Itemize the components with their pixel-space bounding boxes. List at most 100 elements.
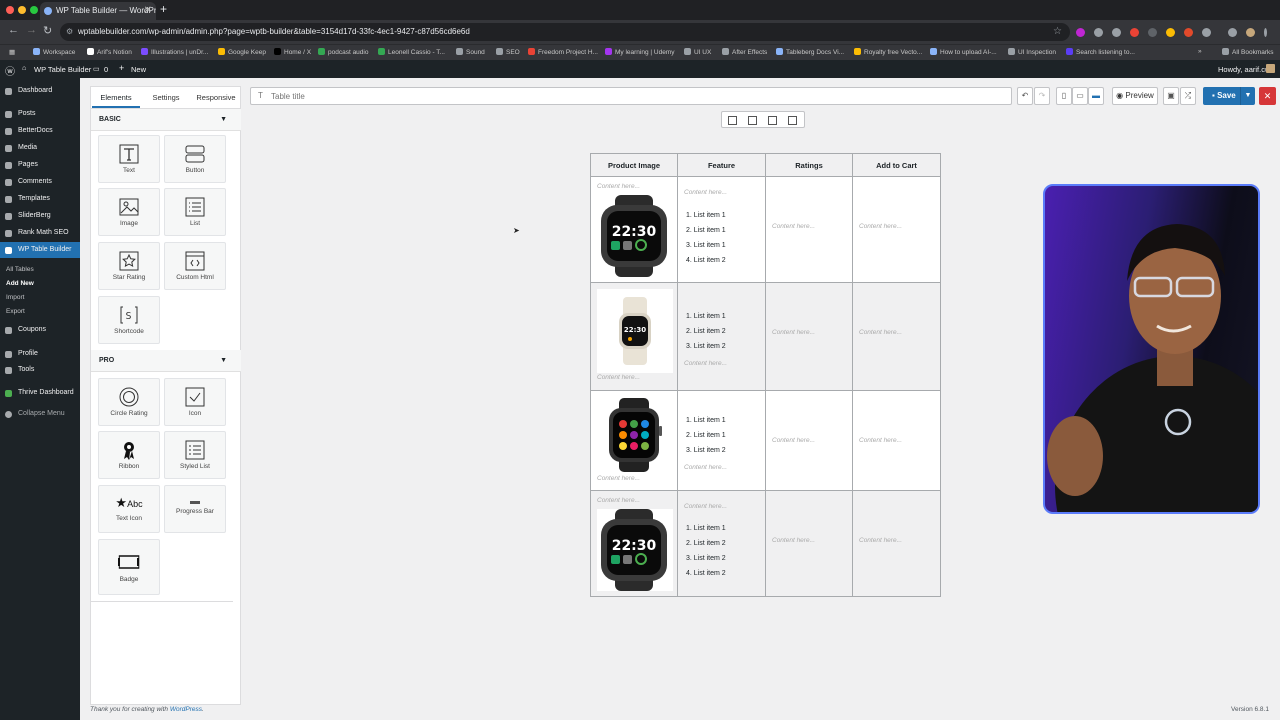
header-add-to-cart[interactable]: Add to Cart <box>852 153 941 177</box>
element-styled-list[interactable]: Styled List <box>164 431 226 479</box>
all-bookmarks-folder[interactable]: All Bookmarks <box>1222 48 1274 56</box>
table-title-field[interactable]: T <box>250 87 1012 105</box>
submenu-import[interactable]: Import <box>0 294 80 301</box>
element-text-icon[interactable]: ★Abc Text Icon <box>98 485 160 533</box>
element-custom-html[interactable]: Custom Html <box>164 242 226 290</box>
insert-column-left-icon[interactable] <box>748 116 757 125</box>
tab-settings[interactable]: Settings <box>141 87 191 108</box>
element-image[interactable]: Image <box>98 188 160 236</box>
insert-column-icon[interactable] <box>728 116 737 125</box>
sidebar-item-thrive-dashboard[interactable]: Thrive Dashboard <box>0 385 80 401</box>
bookmark-item[interactable]: Search listening to... <box>1066 48 1135 56</box>
bookmark-item[interactable]: Leonell Cassio - T... <box>378 48 445 56</box>
add-to-cart-cell[interactable]: Content here... <box>852 390 941 491</box>
embed-button[interactable]: ▣ <box>1163 87 1179 105</box>
shuffle-button[interactable]: ⤮ <box>1180 87 1196 105</box>
ratings-cell[interactable]: Content here... <box>765 390 853 491</box>
sidebar-item-media[interactable]: Media <box>0 140 80 156</box>
wordpress-link[interactable]: WordPress <box>170 706 202 713</box>
element-badge[interactable]: Badge <box>98 539 160 595</box>
tab-responsive[interactable]: Responsive <box>192 87 240 108</box>
tablet-view-button[interactable]: ▭ <box>1072 87 1088 105</box>
section-basic[interactable]: BASIC ▼ <box>91 109 241 131</box>
reload-icon[interactable]: ↻ <box>43 24 52 37</box>
product-photo[interactable]: 22:30 <box>597 195 673 277</box>
desktop-view-button[interactable]: ▬ <box>1088 87 1104 105</box>
bookmark-folder[interactable]: SEO <box>496 48 520 56</box>
element-button[interactable]: Button <box>164 135 226 183</box>
extension-drop-icon[interactable] <box>1148 28 1157 37</box>
bookmark-item[interactable]: Illustrations | unDr... <box>141 48 208 56</box>
submenu-export[interactable]: Export <box>0 308 80 315</box>
site-name-link[interactable]: WP Table Builder <box>34 65 91 74</box>
feature-cell[interactable]: Content here... 1. List item 1 2. List i… <box>677 490 766 597</box>
new-content-link[interactable]: New <box>131 65 146 74</box>
product-photo[interactable]: 22:30 <box>597 509 673 591</box>
save-options-chevron-icon[interactable]: ▼ <box>1240 87 1255 105</box>
section-pro[interactable]: PRO ▼ <box>91 350 241 372</box>
extension-ring-icon[interactable] <box>1184 28 1193 37</box>
header-feature[interactable]: Feature <box>677 153 766 177</box>
more-bookmarks-icon[interactable]: » <box>1198 48 1202 55</box>
tab-close-icon[interactable]: ✕ <box>144 2 152 20</box>
user-avatar[interactable] <box>1266 64 1275 73</box>
element-list[interactable]: List <box>164 188 226 236</box>
element-text[interactable]: Text <box>98 135 160 183</box>
element-ribbon[interactable]: Ribbon <box>98 431 160 479</box>
bookmark-star-icon[interactable]: ☆ <box>1053 23 1062 41</box>
product-photo[interactable] <box>597 396 673 474</box>
sidebar-item-comments[interactable]: Comments <box>0 174 80 190</box>
close-builder-button[interactable]: ✕ <box>1259 87 1276 105</box>
site-info-icon[interactable]: ⚙ <box>66 23 73 41</box>
back-icon[interactable]: ← <box>8 24 19 36</box>
sidebar-item-coupons[interactable]: Coupons <box>0 322 80 338</box>
submenu-all-tables[interactable]: All Tables <box>0 266 80 273</box>
sidebar-item-dashboard[interactable]: Dashboard <box>0 83 80 99</box>
element-circle-rating[interactable]: Circle Rating <box>98 378 160 426</box>
browser-tab[interactable]: WP Table Builder — WordPre ✕ <box>40 2 156 20</box>
add-to-cart-cell[interactable]: Content here... <box>852 176 941 283</box>
collapse-menu-button[interactable]: Collapse Menu <box>0 406 80 422</box>
element-progress-bar[interactable]: Progress Bar <box>164 485 226 533</box>
extensions-puzzle-icon[interactable] <box>1202 28 1211 37</box>
element-star-rating[interactable]: Star Rating <box>98 242 160 290</box>
collapse-triangle-icon[interactable]: ▼ <box>220 109 227 131</box>
sidebar-item-posts[interactable]: Posts <box>0 106 80 122</box>
preview-button[interactable]: ◉ Preview <box>1112 87 1158 105</box>
sidebar-item-tools[interactable]: Tools <box>0 362 80 378</box>
bookmark-folder[interactable]: After Effects <box>722 48 767 56</box>
forward-icon[interactable]: → <box>26 24 37 36</box>
ratings-cell[interactable]: Content here... <box>765 490 853 597</box>
sidebar-item-wp-table-builder[interactable]: WP Table Builder <box>0 242 80 258</box>
maximize-window-dot[interactable] <box>30 6 38 14</box>
bookmark-item[interactable]: Freedom Project H... <box>528 48 598 56</box>
collapse-triangle-icon[interactable]: ▼ <box>220 350 227 372</box>
howdy-user[interactable]: Howdy, aarif.cu <box>1218 65 1269 74</box>
table-title-input[interactable] <box>271 89 1001 103</box>
sidebar-item-profile[interactable]: Profile <box>0 346 80 362</box>
insert-row-below-icon[interactable] <box>788 116 797 125</box>
product-image-cell[interactable]: 22:30 Content here... <box>590 282 678 391</box>
product-image-cell[interactable]: Content here... 22:30 <box>590 490 678 597</box>
downloads-icon[interactable] <box>1228 28 1237 37</box>
new-tab-icon[interactable]: + <box>160 2 167 16</box>
address-bar[interactable]: ⚙ wptablebuilder.com/wp-admin/admin.php?… <box>60 23 1070 41</box>
undo-button[interactable]: ↶ <box>1017 87 1033 105</box>
profile-avatar[interactable] <box>1246 28 1255 37</box>
close-window-dot[interactable] <box>6 6 14 14</box>
extension-sun-icon[interactable] <box>1166 28 1175 37</box>
extension-script-icon[interactable] <box>1112 28 1121 37</box>
bookmark-item[interactable]: Tableberg Docs Vi... <box>776 48 844 56</box>
feature-cell[interactable]: Content here... 1. List item 1 2. List i… <box>677 176 766 283</box>
wordpress-logo-icon[interactable]: ⓦ <box>5 63 15 78</box>
product-image-cell[interactable]: Content here... 22:30 <box>590 176 678 283</box>
save-button[interactable]: ▪ Save ▼ <box>1203 87 1255 105</box>
insert-row-icon[interactable] <box>768 116 777 125</box>
submenu-add-new[interactable]: Add New <box>0 280 80 287</box>
bookmark-item[interactable]: Arif's Notion <box>87 48 132 56</box>
add-new-icon[interactable]: + <box>119 63 124 73</box>
element-icon[interactable]: Icon <box>164 378 226 426</box>
extension-pen-icon[interactable] <box>1094 28 1103 37</box>
comments-icon[interactable]: ▭ <box>93 65 100 73</box>
bookmark-item[interactable]: podcast audio <box>318 48 368 56</box>
